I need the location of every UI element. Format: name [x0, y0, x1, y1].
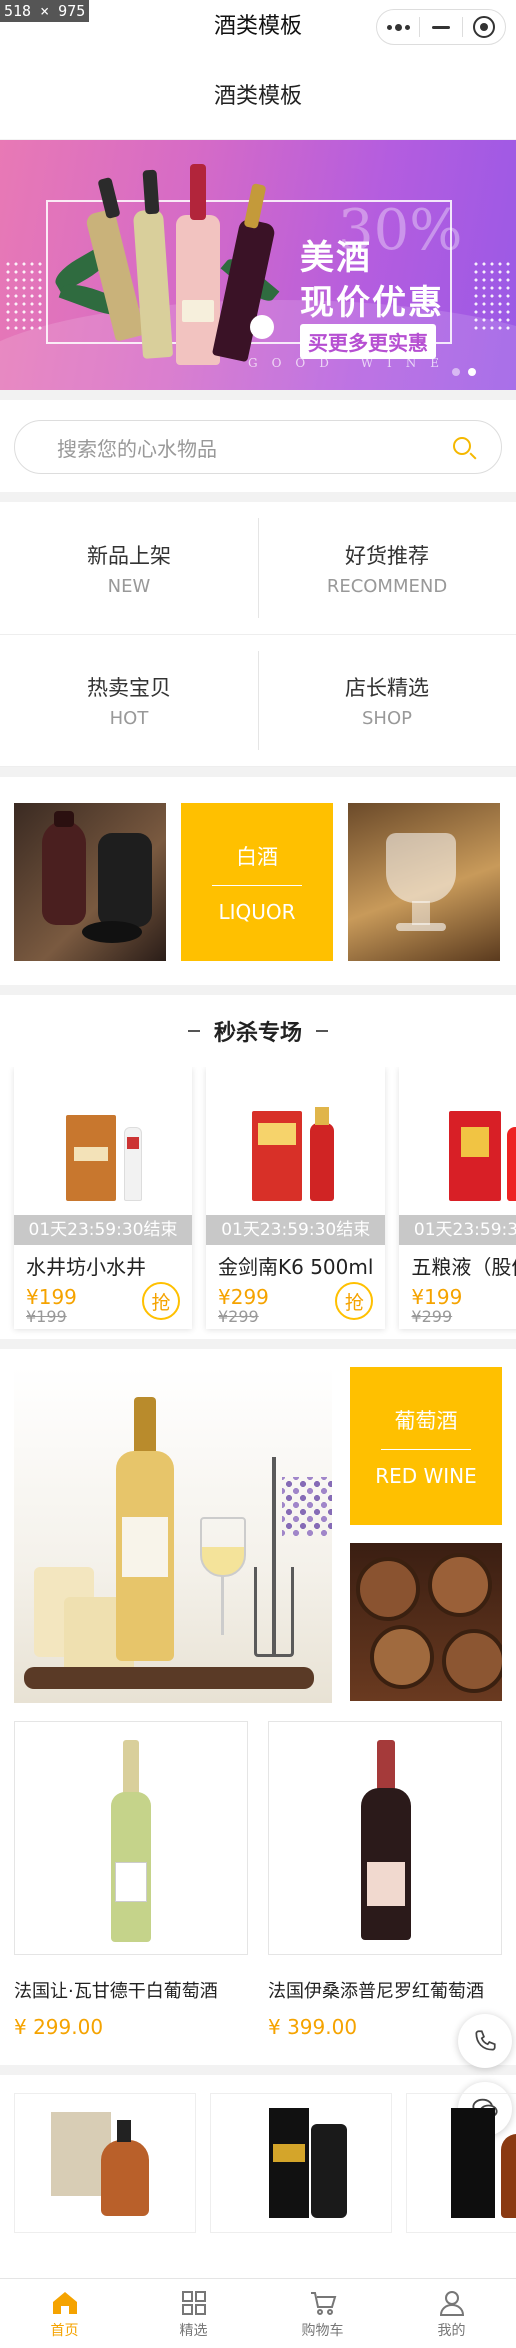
product-name: 法国让·瓦甘德干白葡萄酒 — [14, 1981, 218, 2002]
nav-label: 好货推荐 — [345, 543, 429, 568]
size-label: 518 × 975 — [0, 0, 90, 22]
spirits-product-list — [0, 2075, 516, 2233]
tab-home[interactable]: 首页 — [0, 2279, 129, 2348]
category-grid: 新品上架 NEW 好货推荐 RECOMMEND 热卖宝贝 HOT 店长精选 SH… — [0, 502, 516, 767]
product-card[interactable]: 法国让·瓦甘德干白葡萄酒 ¥ 299.00 — [14, 1721, 248, 2039]
flash-card[interactable]: 01天23:59:30结束 金剑南K6 500ml ¥299 ¥299 抢 — [206, 1067, 386, 1329]
phone-call-button[interactable] — [458, 2014, 512, 2068]
carousel-dot[interactable] — [468, 368, 476, 376]
wine-feature-photo[interactable] — [14, 1367, 332, 1703]
nav-shop[interactable]: 店长精选 SHOP — [258, 634, 516, 766]
search-icon[interactable] — [453, 437, 471, 455]
product-image — [206, 1067, 385, 1215]
home-icon — [51, 2288, 79, 2318]
product-old-price: ¥199 — [26, 1307, 67, 1326]
grab-button[interactable]: 抢 — [335, 1282, 374, 1320]
cart-icon — [309, 2288, 337, 2318]
tab-label: 购物车 — [301, 2322, 344, 2339]
nav-label: 新品上架 — [87, 543, 171, 568]
product-name: 金剑南K6 500ml — [218, 1255, 374, 1279]
red-wine-title: 葡萄酒 — [394, 1408, 458, 1433]
liquor-section: 白酒 LIQUOR — [0, 777, 516, 985]
grab-button[interactable]: 抢 — [142, 1282, 180, 1320]
tab-profile[interactable]: 我的 — [387, 2279, 516, 2348]
minimize-button[interactable] — [420, 10, 462, 44]
product-name: 法国伊桑添普尼罗红葡萄酒 — [268, 1981, 484, 2002]
nav-hot[interactable]: 热卖宝贝 HOT — [0, 634, 258, 766]
close-button[interactable] — [463, 10, 505, 44]
countdown-label: 01天23:59:30结束 — [14, 1215, 192, 1245]
banner-cta[interactable]: 买更多更实惠 — [300, 324, 436, 359]
phone-icon — [475, 2030, 496, 2051]
carousel-dot[interactable] — [452, 368, 460, 376]
product-price: ¥199 — [26, 1285, 77, 1309]
product-old-price: ¥299 — [411, 1307, 453, 1326]
red-wine-subtitle: RED WINE — [375, 1463, 477, 1488]
wine-section: 葡萄酒 RED WINE — [0, 1349, 516, 1703]
product-image — [14, 1721, 248, 1955]
product-price: ¥299 — [218, 1285, 269, 1309]
flash-sale-header: 秒杀专场 — [0, 995, 516, 1067]
product-image — [399, 1067, 516, 1215]
banner-tagline: GOOD WINE — [248, 356, 454, 370]
nav-sublabel: HOT — [109, 708, 149, 729]
product-card[interactable] — [14, 2093, 196, 2233]
search-input[interactable]: 搜索您的心水物品 — [14, 420, 502, 474]
product-card[interactable]: 法国伊桑添普尼罗红葡萄酒 ¥ 399.00 — [268, 1721, 502, 2039]
flash-card[interactable]: 01天23:59:30结束 水井坊小水井 ¥199 ¥199 抢 — [14, 1067, 192, 1329]
product-card[interactable] — [210, 2093, 392, 2233]
liquor-category-tile[interactable]: 白酒 LIQUOR — [181, 803, 333, 961]
liquor-title: 白酒 — [236, 844, 278, 869]
wine-product-list: 法国让·瓦甘德干白葡萄酒 ¥ 299.00 法国伊桑添普尼罗红葡萄酒 ¥ 399… — [0, 1703, 516, 2039]
target-icon — [473, 16, 495, 38]
minus-icon — [432, 25, 450, 29]
promo-banner[interactable]: 30% 美酒 现价优惠 买更多更实惠 GOOD WINE — [0, 140, 516, 390]
grid-icon — [181, 2288, 207, 2318]
nav-new[interactable]: 新品上架 NEW — [0, 502, 258, 634]
page-title: 酒类模板 — [0, 54, 516, 140]
more-dots-icon — [386, 23, 410, 31]
product-old-price: ¥299 — [218, 1307, 259, 1326]
search-placeholder: 搜索您的心水物品 — [57, 436, 217, 461]
flash-card[interactable]: 01天23:59:30结束 五粮液（股份 ¥199 ¥299 — [399, 1067, 516, 1329]
flash-sale-title: 秒杀专场 — [213, 1021, 302, 1046]
user-icon — [439, 2288, 465, 2318]
flash-sale-list: 01天23:59:30结束 水井坊小水井 ¥199 ¥199 抢 01天23:5… — [0, 1067, 516, 1339]
bottom-tab-bar: 首页 精选 购物车 我的 — [0, 2278, 516, 2348]
tab-cart[interactable]: 购物车 — [258, 2279, 387, 2348]
mini-program-capsule — [376, 9, 506, 45]
product-card[interactable] — [406, 2093, 516, 2233]
tab-featured[interactable]: 精选 — [129, 2279, 258, 2348]
nav-title: 酒类模板 — [213, 14, 302, 39]
liquor-photo-glass[interactable] — [348, 803, 500, 961]
countdown-label: 01天23:59:30结束 — [399, 1215, 516, 1245]
carousel-indicator — [452, 368, 476, 376]
wine-barrels-photo[interactable] — [350, 1543, 502, 1701]
more-button[interactable] — [377, 10, 419, 44]
nav-sublabel: SHOP — [362, 708, 412, 729]
product-name: 五粮液（股份 — [411, 1255, 516, 1279]
tab-label: 我的 — [437, 2322, 466, 2339]
countdown-label: 01天23:59:30结束 — [206, 1215, 386, 1245]
product-price: ¥ 299.00 — [14, 2015, 104, 2039]
tab-label: 精选 — [179, 2322, 208, 2339]
liquor-photo-jugs[interactable] — [14, 803, 166, 961]
product-name: 水井坊小水井 — [26, 1255, 146, 1279]
product-image — [14, 1067, 192, 1215]
app-page: 518 × 975 酒类模板 酒类模板 30% 美酒 现价优惠 买更多更实惠 G… — [0, 0, 516, 2348]
nav-sublabel: RECOMMEND — [326, 575, 448, 597]
nav-recommend[interactable]: 好货推荐 RECOMMEND — [258, 502, 516, 634]
red-wine-category-tile[interactable]: 葡萄酒 RED WINE — [350, 1367, 502, 1525]
nav-label: 店长精选 — [345, 676, 429, 700]
banner-headline-1: 美酒 — [300, 238, 372, 278]
tab-label: 首页 — [50, 2322, 79, 2339]
banner-headline-2: 现价优惠 — [300, 283, 444, 323]
product-image — [268, 1721, 502, 1955]
product-price: ¥199 — [411, 1285, 463, 1309]
liquor-subtitle: LIQUOR — [218, 899, 296, 924]
nav-sublabel: NEW — [107, 575, 151, 597]
nav-label: 热卖宝贝 — [87, 676, 171, 700]
